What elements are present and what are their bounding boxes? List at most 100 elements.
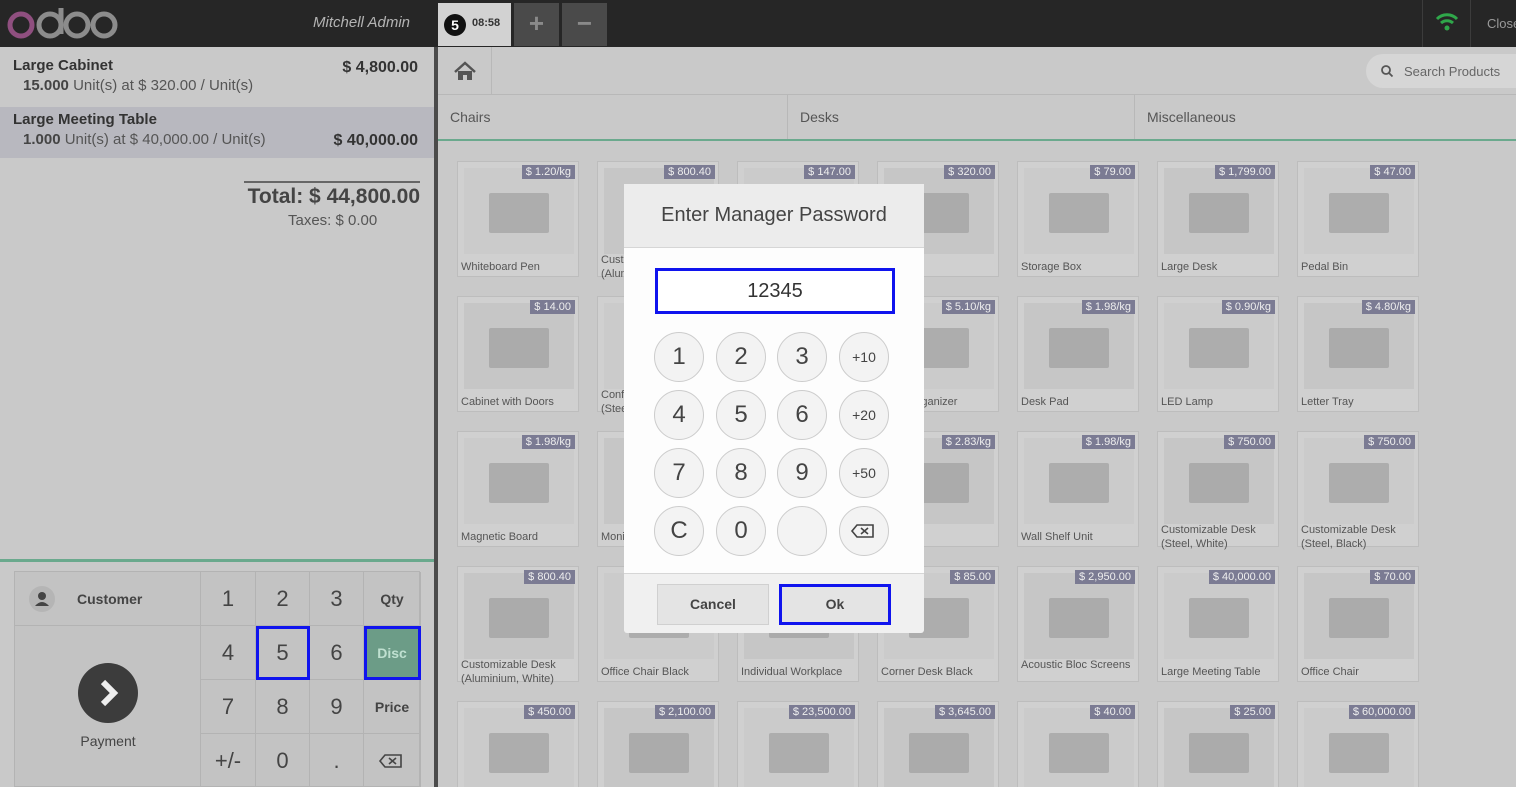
payment-label: Payment [80, 733, 136, 749]
divider [0, 559, 434, 562]
cancel-button[interactable]: Cancel [657, 584, 769, 625]
product-card[interactable]: $ 1.98/kg Desk Pad [1017, 296, 1139, 412]
product-card[interactable]: $ 14.00 Cabinet with Doors [457, 296, 579, 412]
numpad-key-3[interactable]: 3 [310, 572, 364, 626]
products-pane: Search Products Chairs Desks Miscellaneo… [438, 47, 1516, 787]
category-desks[interactable]: Desks [788, 95, 1135, 139]
product-price: $ 79.00 [1090, 165, 1135, 179]
ok-button[interactable]: Ok [779, 584, 891, 625]
order-tab[interactable]: 5 08:58 [438, 3, 511, 46]
order-number: 5 [444, 14, 466, 36]
order-line-name: Large Meeting Table [13, 111, 157, 128]
product-image [1164, 708, 1274, 787]
numpad-key-6[interactable]: 6 [310, 626, 364, 680]
product-card[interactable]: $ 70.00 Office Chair [1297, 566, 1419, 682]
product-name: Acoustic Bloc Screens [1021, 659, 1131, 671]
product-card[interactable]: $ 450.00 [457, 701, 579, 787]
product-card[interactable]: $ 3,645.00 [877, 701, 999, 787]
product-card[interactable]: $ 79.00 Storage Box [1017, 161, 1139, 277]
numpad-key-plusminus[interactable]: +/- [201, 734, 256, 787]
product-price: $ 147.00 [804, 165, 855, 179]
category-miscellaneous[interactable]: Miscellaneous [1135, 95, 1516, 139]
product-card[interactable]: $ 40.00 [1017, 701, 1139, 787]
dialog-key-7[interactable]: 7 [654, 448, 704, 498]
category-chairs[interactable]: Chairs [438, 95, 788, 139]
dialog-key-plus20[interactable]: +20 [839, 390, 889, 440]
product-card[interactable]: $ 4.80/kg Letter Tray [1297, 296, 1419, 412]
product-name: Office Chair [1301, 666, 1359, 678]
product-price: $ 800.40 [524, 570, 575, 584]
product-name: Large Meeting Table [1161, 666, 1261, 678]
product-card[interactable]: $ 1.98/kg Magnetic Board [457, 431, 579, 547]
product-card[interactable]: $ 1.20/kg Whiteboard Pen [457, 161, 579, 277]
order-line-info: Unit(s) at $ 40,000.00 / Unit(s) [64, 131, 266, 148]
order-line-selected[interactable]: Large Meeting Table $ 40,000.00 1.000 Un… [0, 107, 434, 158]
order-total: Total: $ 44,800.00 [244, 181, 420, 209]
dialog-backspace-button[interactable] [839, 506, 889, 556]
product-price: $ 5.10/kg [941, 300, 995, 314]
product-card[interactable]: $ 750.00 Customizable Desk (Steel, White) [1157, 431, 1279, 550]
numpad-backspace-button[interactable] [364, 734, 421, 787]
product-card[interactable]: $ 23,500.00 [737, 701, 859, 787]
product-card[interactable]: $ 800.40 Customizable Desk (Aluminium, Wh… [457, 566, 579, 685]
total-amount: Total: $ 44,800.00 [247, 185, 420, 208]
password-input[interactable]: 12345 [655, 268, 895, 314]
product-card[interactable]: $ 25.00 [1157, 701, 1279, 787]
product-image [464, 438, 574, 524]
dialog-key-9[interactable]: 9 [777, 448, 827, 498]
payment-button[interactable]: Payment [15, 626, 201, 787]
dialog-key-blank[interactable] [777, 506, 827, 556]
add-order-button[interactable]: + [514, 3, 559, 46]
dialog-key-0[interactable]: 0 [716, 506, 766, 556]
product-price: $ 60,000.00 [1348, 705, 1415, 719]
numpad-key-dot[interactable]: . [310, 734, 364, 787]
qty-mode-button[interactable]: Qty [364, 572, 421, 626]
product-image [1024, 438, 1134, 524]
numpad-key-1[interactable]: 1 [201, 572, 256, 626]
dialog-key-5[interactable]: 5 [716, 390, 766, 440]
dialog-key-clear[interactable]: C [654, 506, 704, 556]
dialog-key-8[interactable]: 8 [716, 448, 766, 498]
product-card[interactable]: $ 2,100.00 [597, 701, 719, 787]
product-price: $ 1.98/kg [1081, 300, 1135, 314]
username: Mitchell Admin [313, 14, 410, 31]
numpad-key-8[interactable]: 8 [256, 680, 310, 734]
dialog-key-plus10[interactable]: +10 [839, 332, 889, 382]
order-line-info: Unit(s) at $ 320.00 / Unit(s) [73, 77, 254, 94]
order-line[interactable]: Large Cabinet $ 4,800.00 15.000 Unit(s) … [0, 47, 434, 99]
home-button[interactable] [438, 47, 492, 95]
numpad-key-7[interactable]: 7 [201, 680, 256, 734]
numpad-key-2[interactable]: 2 [256, 572, 310, 626]
close-button[interactable]: Close [1470, 0, 1516, 47]
product-name: Individual Workplace [741, 666, 843, 678]
customer-button[interactable]: Customer [15, 572, 201, 626]
product-card[interactable]: $ 750.00 Customizable Desk (Steel, Black) [1297, 431, 1419, 550]
taxes-amount: Taxes: $ 0.00 [288, 212, 378, 229]
numpad-key-4[interactable]: 4 [201, 626, 256, 680]
product-card[interactable]: $ 1.98/kg Wall Shelf Unit [1017, 431, 1139, 547]
product-image [1164, 438, 1274, 524]
dialog-key-2[interactable]: 2 [716, 332, 766, 382]
dialog-key-plus50[interactable]: +50 [839, 448, 889, 498]
search-products-input[interactable]: Search Products [1366, 54, 1516, 88]
product-card[interactable]: $ 47.00 Pedal Bin [1297, 161, 1419, 277]
remove-order-button[interactable]: − [562, 3, 607, 46]
product-card[interactable]: $ 1,799.00 Large Desk [1157, 161, 1279, 277]
product-image [464, 708, 574, 787]
product-card[interactable]: $ 60,000.00 [1297, 701, 1419, 787]
price-mode-button[interactable]: Price [364, 680, 421, 734]
product-card[interactable]: $ 40,000.00 Large Meeting Table [1157, 566, 1279, 682]
dialog-key-3[interactable]: 3 [777, 332, 827, 382]
product-card[interactable]: $ 2,950.00 Acoustic Bloc Screens [1017, 566, 1139, 682]
dialog-key-6[interactable]: 6 [777, 390, 827, 440]
numpad-key-0[interactable]: 0 [256, 734, 310, 787]
customer-label: Customer [77, 591, 143, 607]
product-name: Whiteboard Pen [461, 261, 540, 273]
numpad-key-9[interactable]: 9 [310, 680, 364, 734]
product-image [604, 708, 714, 787]
product-card[interactable]: $ 0.90/kg LED Lamp [1157, 296, 1279, 412]
numpad-key-5[interactable]: 5 [256, 626, 310, 680]
dialog-key-1[interactable]: 1 [654, 332, 704, 382]
disc-mode-button[interactable]: Disc [364, 626, 421, 680]
dialog-key-4[interactable]: 4 [654, 390, 704, 440]
